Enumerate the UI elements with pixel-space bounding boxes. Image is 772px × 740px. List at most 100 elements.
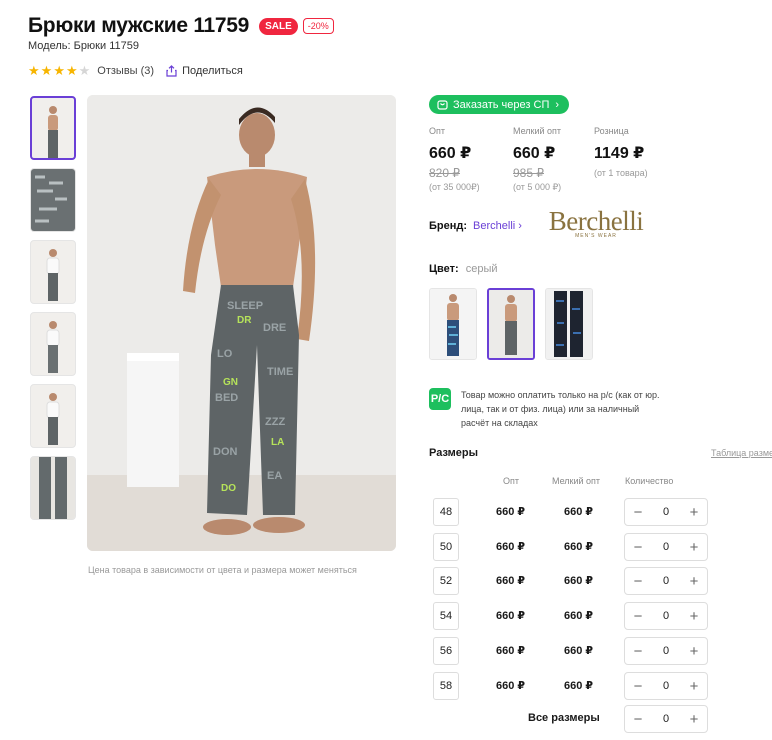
minus-button[interactable]: − [631,643,645,660]
quantity-value[interactable]: 0 [663,541,669,553]
size-price-opt: 660 ₽ [496,506,526,518]
header-quantity: Количество [625,476,674,486]
color-row: Цвет: серый [429,263,498,275]
minus-button[interactable]: − [631,539,645,556]
size-row: 54 660 ₽ 660 ₽ − 0 + [433,602,723,630]
color-value: серый [465,263,498,275]
model-name: Модель: Брюки 11759 [28,40,139,52]
quantity-stepper: − 0 + [624,567,708,595]
quantity-value[interactable]: 0 [663,575,669,587]
svg-text:GN: GN [223,377,238,388]
all-sizes-stepper: − 0 + [624,705,708,733]
thumbnail[interactable] [30,168,76,232]
minus-button[interactable]: − [631,711,645,728]
price-min-order: (от 5 000 ₽) [513,182,562,192]
title-row: Брюки мужские 11759 SALE -20% [28,14,334,38]
minus-button[interactable]: − [631,608,645,625]
size-price-small-opt: 660 ₽ [564,610,594,622]
thumbnail[interactable] [30,312,76,376]
sizes-title: Размеры [429,447,479,459]
thumbnail[interactable] [30,384,76,448]
minus-button[interactable]: − [631,573,645,590]
price-opt: Опт 660 ₽ 820 ₽ (от 35 000₽) [429,126,480,193]
order-button-label: Заказать через СП [453,98,550,111]
payment-rs-icon: Р/С [429,388,451,410]
minus-button[interactable]: − [631,504,645,521]
thumbnail-image [46,249,60,301]
thumbnail[interactable] [30,240,76,304]
size-price-small-opt: 660 ₽ [564,541,594,553]
size-price-opt: 660 ₽ [496,610,526,622]
svg-text:DO: DO [221,483,236,494]
color-swatch-gray[interactable] [487,288,535,360]
quantity-value[interactable]: 0 [663,506,669,518]
size-row: 58 660 ₽ 660 ₽ − 0 + [433,672,723,700]
size-table-link[interactable]: Таблица размеров [711,448,772,458]
swatch-image [546,289,592,359]
thumbnail-image [31,457,75,519]
color-label: Цвет: [429,263,459,275]
thumbnail-list [30,96,76,528]
order-via-sp-button[interactable]: Заказать через СП › [429,95,570,114]
plus-button[interactable]: + [687,539,701,556]
plus-button[interactable]: + [687,643,701,660]
brand-link[interactable]: Berchelli › [473,220,522,232]
main-product-photo[interactable]: SLEEP DRE LO TIME BED ZZZ DON EA DR GN L… [87,95,396,551]
plus-button[interactable]: + [687,504,701,521]
quantity-stepper: − 0 + [624,498,708,526]
price-min-order: (от 35 000₽) [429,182,480,192]
plus-button[interactable]: + [687,608,701,625]
price-label: Мелкий опт [513,126,562,136]
star-icon: ★ [40,63,53,78]
quantity-value[interactable]: 0 [663,713,669,725]
chevron-right-icon: › [555,98,560,111]
minus-button[interactable]: − [631,678,645,695]
price-label: Розница [594,126,629,136]
price-current: 1149 ₽ [594,145,645,162]
plus-button[interactable]: + [687,573,701,590]
thumbnail[interactable] [30,456,76,520]
plus-button[interactable]: + [687,711,701,728]
thumbnail-image [31,169,75,231]
reviews-link[interactable]: Отзывы (3) [97,65,154,77]
size-price-opt: 660 ₽ [496,541,526,553]
price-label: Опт [429,126,445,136]
price-old: 820 ₽ [429,166,460,180]
swatch-image [430,289,476,359]
brand-row: Бренд: Berchelli › [429,220,522,232]
svg-text:DRE: DRE [263,322,286,334]
size-price-small-opt: 660 ₽ [564,680,594,692]
size-price-small-opt: 660 ₽ [564,575,594,587]
photo-caption: Цена товара в зависимости от цвета и раз… [88,565,357,575]
quantity-value[interactable]: 0 [663,610,669,622]
svg-text:DR: DR [237,315,252,326]
quantity-value[interactable]: 0 [663,680,669,692]
size-value: 50 [433,533,459,561]
quantity-stepper: − 0 + [624,637,708,665]
svg-text:TIME: TIME [267,366,293,378]
star-icon: ★ [53,63,65,78]
price-min-order: (от 1 товара) [594,168,648,178]
product-photo-image: SLEEP DRE LO TIME BED ZZZ DON EA DR GN L… [87,95,396,551]
color-swatches [429,288,603,360]
star-icon: ★ [65,63,78,78]
size-price-opt: 660 ₽ [496,680,526,692]
header-opt: Опт [503,476,519,486]
brand-logo-text: Berchelli [548,206,644,236]
size-value: 54 [433,602,459,630]
color-swatch-blue[interactable] [429,288,477,360]
share-icon [166,65,177,77]
color-swatch-black[interactable] [545,288,593,360]
size-price-opt: 660 ₽ [496,645,526,657]
rating-stars: ★★★★★ [28,64,91,78]
payment-note: Р/С Товар можно оплатить только на р/с (… [429,388,661,430]
quantity-value[interactable]: 0 [663,645,669,657]
plus-button[interactable]: + [687,678,701,695]
size-price-opt: 660 ₽ [496,575,526,587]
size-row: 48 660 ₽ 660 ₽ − 0 + [433,498,723,526]
all-sizes-label: Все размеры [528,712,600,724]
svg-text:SLEEP: SLEEP [227,300,263,312]
share-button[interactable]: Поделиться [166,65,243,77]
thumbnail[interactable] [30,96,76,160]
brand-logo[interactable]: Berchelli MEN'S WEAR [541,206,651,240]
